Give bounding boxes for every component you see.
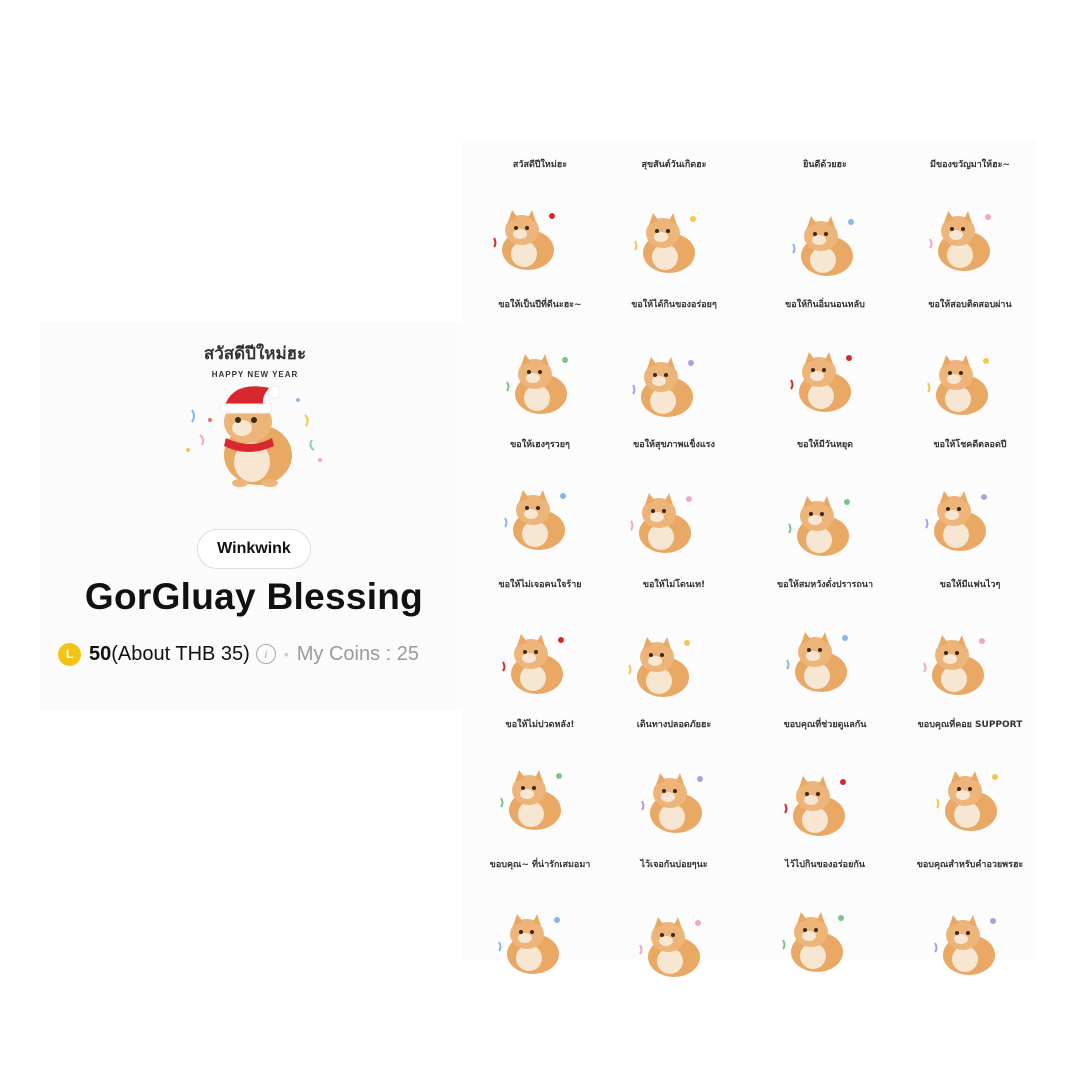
sticker-item[interactable]: ขอให้ไม่โดนเท! <box>614 580 734 700</box>
sticker-caption: ขอให้โชคดีตลอดปี <box>933 440 1007 450</box>
sticker-caption: มีของขวัญมาให้ฮะ~ <box>930 160 1010 170</box>
sticker-item[interactable]: สุขสันต์วันเกิดฮะ <box>614 160 734 280</box>
info-icon[interactable]: i <box>255 644 276 664</box>
sticker-caption: ไว้ไปกินของอร่อยกัน <box>785 860 865 870</box>
sticker-item[interactable]: ขอให้สอบติดสอบผ่าน <box>910 300 1030 420</box>
sticker-caption: เดินทางปลอดภัยฮะ <box>636 720 712 730</box>
cat-confetti-icon <box>792 216 854 276</box>
price-amount: 50 <box>89 642 112 665</box>
cat-christmas-tree-icon <box>788 496 850 556</box>
cat-party-glasses-icon <box>634 213 696 273</box>
cat-curled-icon <box>500 770 562 830</box>
sticker-caption: ขอบคุณที่ช่วยดูแลกัน <box>783 720 867 730</box>
cat-santa-hat-icon <box>493 210 555 270</box>
cat-santa-hat-icon <box>186 385 322 487</box>
price-row: L 50 (About THB 35) i • My Coins : 25 <box>58 640 458 668</box>
sticker-caption: ขอบคุณสำหรับคำอวยพรฮะ <box>916 860 1024 870</box>
price-approx: (About THB 35) <box>111 642 250 665</box>
cat-sleeping-icon <box>790 352 852 412</box>
cat-purple-bow-icon <box>936 771 998 831</box>
cat-chef-hat-icon <box>632 357 694 417</box>
sticker-item[interactable]: ขอให้เป็นปีที่ดีนะฮะ~ <box>480 300 600 420</box>
sticker-item[interactable]: ขอบคุณที่ช่วยดูแลกัน <box>765 720 885 840</box>
sticker-item[interactable]: ขอบคุณที่คอย SUPPORT <box>910 720 1030 840</box>
sticker-item[interactable]: ขอให้มีวันหยุด <box>765 440 885 560</box>
cat-flexing-icon <box>630 493 692 553</box>
page-title: GorGluay Blessing <box>84 576 424 617</box>
sticker-caption: สวัสดีปีใหม่ฮะ <box>512 160 568 170</box>
line-coin-icon: L <box>58 642 81 666</box>
sticker-item[interactable]: ขอให้กินอิ่มนอนหลับ <box>765 300 885 420</box>
sticker-item[interactable]: ยินดีด้วยฮะ <box>765 160 885 280</box>
sticker-caption: ไว้เจอกันบ่อยๆนะ <box>640 860 708 870</box>
cat-school-bus-icon <box>641 773 703 833</box>
sticker-caption: ขอให้กินอิ่มนอนหลับ <box>785 300 865 310</box>
sticker-item[interactable]: ขอให้ไม่เจอคนใจร้าย <box>480 580 600 700</box>
sticker-item[interactable]: ขอให้มีแฟนไวๆ <box>910 580 1030 700</box>
cat-bowtie-icon <box>786 632 848 692</box>
cat-clover-icon <box>925 491 987 551</box>
main-sticker[interactable]: สวัสดีปีใหม่ฮะ HAPPY NEW YEAR <box>180 340 330 500</box>
sticker-item[interactable]: มีของขวัญมาให้ฮะ~ <box>910 160 1030 280</box>
sticker-caption: ขอให้สุขภาพแข็งแรง <box>633 440 715 450</box>
cat-hearts-icon <box>934 915 996 975</box>
sticker-item[interactable]: ไว้เจอกันบ่อยๆนะ <box>614 860 734 980</box>
sticker-item[interactable]: ขอให้ได้กินของอร่อยๆ <box>614 300 734 420</box>
sticker-caption: ขอให้เฮงๆรวยๆ <box>510 440 570 450</box>
sticker-item[interactable]: ขอให้เฮงๆรวยๆ <box>480 440 600 560</box>
separator-dot: • <box>283 646 289 662</box>
cat-pink-bonnet-icon <box>502 634 564 694</box>
sticker-caption: ขอให้สมหวังดั่งปรารถนา <box>776 580 874 590</box>
sticker-item[interactable]: ขอให้สมหวังดั่งปรารถนา <box>765 580 885 700</box>
sticker-caption: ขอให้เป็นปีที่ดีนะฮะ~ <box>498 300 582 310</box>
cat-graduation-cap-icon <box>927 355 989 415</box>
cats-gift-box-icon <box>929 211 991 271</box>
sticker-caption: สุขสันต์วันเกิดฮะ <box>641 160 707 170</box>
sticker-caption: ยินดีด้วยฮะ <box>803 160 847 170</box>
my-coins: My Coins : 25 <box>296 642 420 665</box>
sticker-item[interactable]: ไว้ไปกินของอร่อยกัน <box>765 860 885 980</box>
sticker-caption: ขอให้ไม่เจอคนใจร้าย <box>498 580 582 590</box>
sticker-caption: ขอให้ไม่ปวดหลัง! <box>505 720 575 730</box>
sticker-item[interactable]: ขอบคุณ~ ที่น่ารักเสมอมา <box>480 860 600 980</box>
sticker-caption: ขอบคุณที่คอย SUPPORT <box>917 720 1023 730</box>
sticker-caption: ขอให้ไม่โดนเท! <box>642 580 706 590</box>
cat-heart-icon <box>506 354 568 414</box>
sticker-item[interactable]: สวัสดีปีใหม่ฮะ <box>480 160 600 280</box>
sticker-item[interactable]: ขอให้ไม่ปวดหลัง! <box>480 720 600 840</box>
cat-bear-ears-icon <box>498 914 560 974</box>
sticker-caption: ขอให้สอบติดสอบผ่าน <box>928 300 1012 310</box>
sticker-caption: ขอให้มีแฟนไวๆ <box>939 580 1001 590</box>
cats-couple-icon <box>923 635 985 695</box>
cat-money-icon <box>504 490 566 550</box>
sticker-caption: ขอบคุณ~ ที่น่ารักเสมอมา <box>489 860 591 870</box>
sticker-item[interactable]: เดินทางปลอดภัยฮะ <box>614 720 734 840</box>
sticker-item[interactable]: ขอให้โชคดีตลอดปี <box>910 440 1030 560</box>
cat-lying-icon <box>628 637 690 697</box>
sticker-caption: ขอให้มีวันหยุด <box>796 440 854 450</box>
sticker-item[interactable]: ขอบคุณสำหรับคำอวยพรฮะ <box>910 860 1030 980</box>
sticker-item[interactable]: ขอให้สุขภาพแข็งแรง <box>614 440 734 560</box>
cat-stretching-icon <box>784 776 846 836</box>
sticker-caption: ขอให้ได้กินของอร่อยๆ <box>631 300 717 310</box>
author-button[interactable]: Winkwink <box>197 529 311 569</box>
cat-peeking-icon <box>639 917 701 977</box>
cats-cuddling-icon <box>782 912 844 972</box>
